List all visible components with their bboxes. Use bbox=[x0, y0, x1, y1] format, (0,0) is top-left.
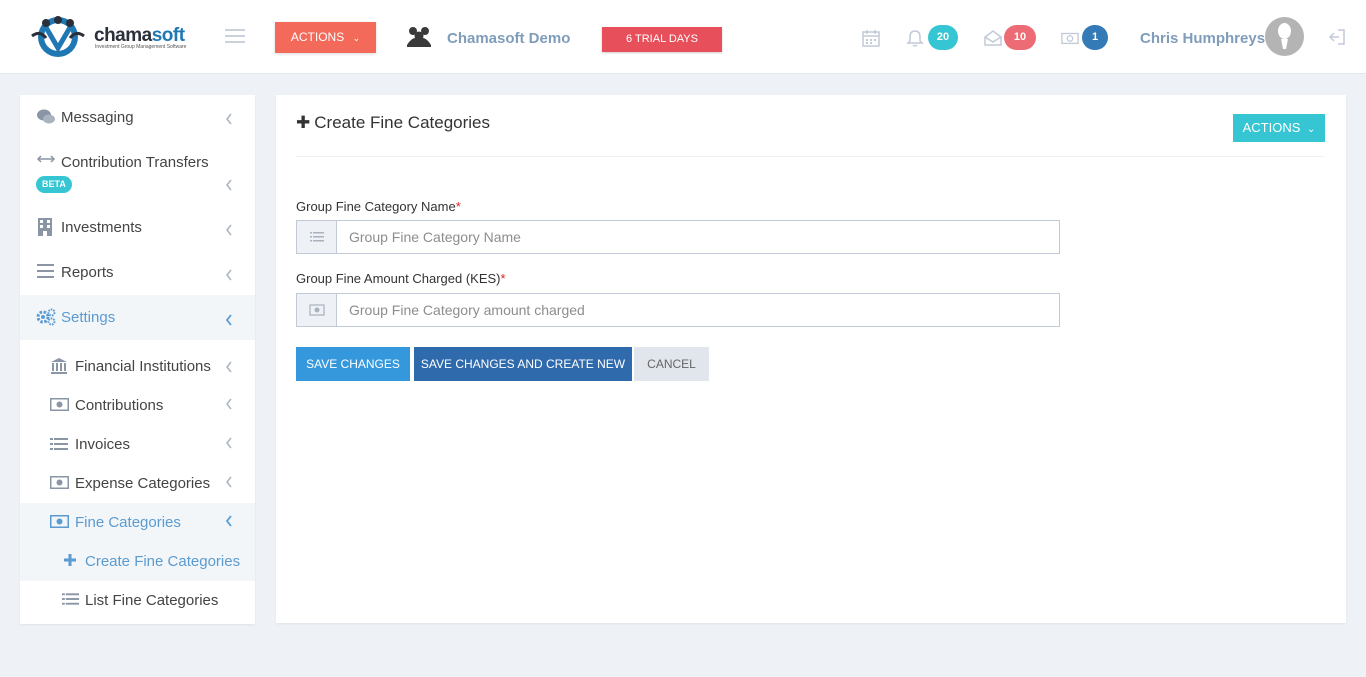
sidebar-item-messaging[interactable]: Messaging bbox=[20, 95, 255, 140]
list-icon bbox=[297, 221, 337, 253]
trial-days-badge[interactable]: 6 TRIAL DAYS bbox=[602, 27, 722, 52]
top-header: chamasoft Investment Group Management So… bbox=[0, 0, 1366, 74]
notifications-count-badge[interactable]: 20 bbox=[928, 25, 958, 50]
money-icon[interactable] bbox=[1061, 28, 1079, 48]
chevron-left-icon bbox=[226, 113, 232, 125]
chevron-left-icon bbox=[226, 224, 232, 236]
chevron-left-icon bbox=[226, 269, 232, 281]
header-actions-button[interactable]: ACTIONS ⌄ bbox=[275, 22, 376, 53]
fine-category-name-label: Group Fine Category Name* bbox=[296, 199, 461, 214]
chamasoft-logo[interactable]: chamasoft Investment Group Management So… bbox=[30, 14, 195, 60]
sidebar-item-financial-institutions[interactable]: Financial Institutions bbox=[20, 347, 255, 386]
logo-emblem-icon bbox=[31, 16, 85, 57]
plus-icon bbox=[64, 554, 76, 566]
fine-category-name-group bbox=[296, 220, 1060, 254]
chevron-left-icon bbox=[226, 437, 232, 449]
fine-amount-label: Group Fine Amount Charged (KES)* bbox=[296, 271, 506, 286]
sidebar-item-create-fine-categories[interactable]: Create Fine Categories bbox=[20, 542, 255, 581]
plus-icon: ✚ bbox=[296, 113, 311, 132]
list-icon bbox=[62, 593, 79, 605]
save-and-create-new-button[interactable]: SAVE CHANGES AND CREATE NEW bbox=[414, 347, 632, 381]
calendar-icon[interactable] bbox=[861, 28, 881, 48]
money-icon bbox=[297, 294, 337, 326]
envelope-open-icon[interactable] bbox=[983, 28, 1003, 48]
payments-count-badge[interactable]: 1 bbox=[1082, 25, 1108, 50]
sidebar-item-expense-categories[interactable]: Expense Categories bbox=[20, 464, 255, 503]
sidebar: Messaging Contribution Transfers BETA In… bbox=[20, 95, 255, 624]
chevron-left-icon bbox=[226, 361, 232, 373]
gears-icon bbox=[36, 308, 56, 326]
money-icon bbox=[50, 398, 69, 411]
sidebar-item-investments[interactable]: Investments bbox=[20, 205, 255, 250]
sidebar-item-invoices[interactable]: Invoices bbox=[20, 425, 255, 464]
sidebar-item-reports[interactable]: Reports bbox=[20, 250, 255, 295]
building-icon bbox=[38, 218, 52, 236]
chevron-left-icon bbox=[226, 476, 232, 488]
page-title: ✚ Create Fine Categories bbox=[296, 113, 491, 132]
chevron-down-icon: ⌄ bbox=[352, 33, 361, 43]
arrows-horizontal-icon bbox=[36, 155, 56, 163]
sidebar-item-settings[interactable]: Settings bbox=[20, 295, 255, 340]
chevron-left-icon bbox=[226, 179, 232, 191]
menu-lines-icon bbox=[37, 264, 54, 278]
group-name[interactable]: Chamasoft Demo bbox=[447, 30, 570, 47]
logout-icon[interactable] bbox=[1328, 28, 1346, 46]
list-icon bbox=[50, 438, 68, 450]
avatar[interactable] bbox=[1265, 17, 1304, 56]
logo-tagline: Investment Group Management Software bbox=[95, 44, 187, 50]
messages-count-badge[interactable]: 10 bbox=[1004, 25, 1036, 50]
money-icon bbox=[50, 476, 69, 489]
chevron-left-icon bbox=[225, 314, 232, 326]
user-name[interactable]: Chris Humphreys bbox=[1140, 30, 1265, 47]
fine-category-name-input[interactable] bbox=[337, 221, 1059, 253]
money-icon bbox=[50, 515, 69, 528]
menu-toggle-icon[interactable] bbox=[225, 29, 245, 45]
sidebar-item-contribution-transfers[interactable]: Contribution Transfers bbox=[20, 140, 255, 205]
chevron-left-icon bbox=[226, 398, 232, 410]
bank-icon bbox=[51, 358, 67, 374]
divider bbox=[296, 156, 1325, 157]
beta-badge: BETA bbox=[36, 176, 72, 193]
sidebar-item-fine-categories[interactable]: Fine Categories bbox=[20, 503, 255, 542]
users-group-icon bbox=[407, 27, 431, 47]
main-content: ✚ Create Fine Categories ACTIONS ⌄ Group … bbox=[276, 95, 1346, 623]
cancel-button[interactable]: CANCEL bbox=[634, 347, 709, 381]
bell-icon[interactable] bbox=[905, 28, 925, 48]
chat-icon bbox=[37, 109, 55, 124]
sidebar-item-contributions[interactable]: Contributions bbox=[20, 386, 255, 425]
sidebar-item-list-fine-categories[interactable]: List Fine Categories bbox=[20, 581, 255, 620]
user-silhouette-icon bbox=[1278, 23, 1291, 49]
chevron-down-icon: ⌄ bbox=[1307, 124, 1316, 135]
page-actions-button[interactable]: ACTIONS ⌄ bbox=[1233, 114, 1325, 142]
fine-amount-group bbox=[296, 293, 1060, 327]
save-changes-button[interactable]: SAVE CHANGES bbox=[296, 347, 410, 381]
chevron-left-icon bbox=[225, 515, 232, 527]
fine-amount-input[interactable] bbox=[337, 294, 1059, 326]
